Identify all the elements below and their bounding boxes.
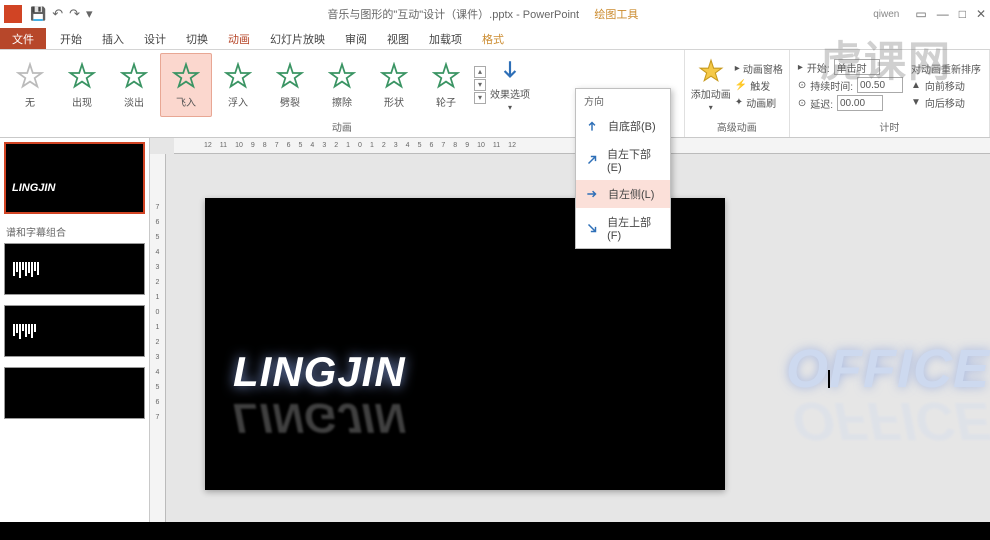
bottom-border — [0, 522, 990, 540]
arrow-downright-icon — [584, 220, 599, 236]
arrow-up-icon — [584, 118, 600, 134]
thumb-2[interactable] — [4, 243, 145, 295]
anim-shape[interactable]: 形状 — [368, 53, 420, 117]
slide-text-reflection: LINGJIN — [233, 394, 406, 442]
anim-wipe[interactable]: 擦除 — [316, 53, 368, 117]
tab-slideshow[interactable]: 幻灯片放映 — [260, 28, 335, 49]
timing-duration[interactable]: ⊙ 持续时间: 00.50 — [798, 77, 903, 93]
timing-delay[interactable]: ⊙ 延迟: 00.00 — [798, 95, 903, 111]
group-label-advanced: 高级动画 — [689, 118, 785, 135]
animation-pane-button[interactable]: ▸ 动画窗格 — [735, 61, 783, 76]
trigger-button[interactable]: ⚡ 触发 — [735, 78, 783, 93]
slide-text-lingjin[interactable]: LINGJIN — [233, 348, 406, 396]
user-label[interactable]: qiwen — [873, 9, 899, 20]
arrow-upright-icon — [584, 152, 599, 168]
tab-view[interactable]: 视图 — [377, 28, 419, 49]
anim-fade[interactable]: 淡出 — [108, 53, 160, 117]
app-icon — [4, 5, 22, 23]
tab-home[interactable]: 开始 — [50, 28, 92, 49]
anim-floatin[interactable]: 浮入 — [212, 53, 264, 117]
thumb-4[interactable] — [4, 367, 145, 419]
title-bar: 💾 ↶ ↷ ▾ 音乐与图形的"互动"设计（课件）.pptx - PowerPoi… — [0, 0, 990, 28]
ribbon: 无 出现 淡出 飞入 浮入 — [0, 50, 990, 138]
gallery-more[interactable]: ▴▾▾ — [472, 64, 488, 106]
tab-transitions[interactable]: 切换 — [176, 28, 218, 49]
quick-access-toolbar[interactable]: 💾 ↶ ↷ ▾ — [30, 6, 93, 22]
minimize-icon[interactable]: — — [937, 7, 949, 21]
add-animation-button[interactable]: 添加动画▾ — [689, 53, 733, 117]
move-earlier-button[interactable]: ▲ 向前移动 — [911, 78, 981, 93]
tab-insert[interactable]: 插入 — [92, 28, 134, 49]
move-later-button[interactable]: ▼ 向后移动 — [911, 95, 981, 110]
text-cursor — [828, 370, 830, 388]
animation-painter-button[interactable]: ✦ 动画刷 — [735, 95, 783, 110]
close-icon[interactable]: ✕ — [976, 7, 986, 21]
anim-split[interactable]: 劈裂 — [264, 53, 316, 117]
dropdown-header: 方向 — [576, 89, 670, 112]
tab-review[interactable]: 审阅 — [335, 28, 377, 49]
tab-format[interactable]: 格式 — [472, 28, 514, 49]
anim-wheel[interactable]: 轮子 — [420, 53, 472, 117]
group-label-timing: 计时 — [794, 118, 985, 135]
redo-icon[interactable]: ↷ — [69, 6, 80, 22]
effect-options-dropdown[interactable]: 方向 自底部(B) 自左下部(E) 自左侧(L) 自左上部(F) — [575, 88, 671, 249]
anim-appear[interactable]: 出现 — [56, 53, 108, 117]
ribbon-options-icon[interactable]: ▭ — [915, 7, 926, 21]
anim-flyin[interactable]: 飞入 — [160, 53, 212, 117]
slide-editor[interactable]: 1211109876543210123456789101112 76543210… — [150, 138, 990, 540]
window-title: 音乐与图形的"互动"设计（课件）.pptx - PowerPoint 绘图工具 — [93, 6, 874, 22]
reorder-label: 对动画重新排序 — [911, 61, 981, 76]
direction-from-bottom[interactable]: 自底部(B) — [576, 112, 670, 140]
direction-from-topleft[interactable]: 自左上部(F) — [576, 208, 670, 248]
tab-file[interactable]: 文件 — [0, 28, 46, 49]
thumb-3[interactable] — [4, 305, 145, 357]
maximize-icon[interactable]: □ — [959, 7, 966, 21]
undo-icon[interactable]: ↶ — [52, 6, 63, 22]
anim-none[interactable]: 无 — [4, 53, 56, 117]
direction-from-bottomleft[interactable]: 自左下部(E) — [576, 140, 670, 180]
tab-design[interactable]: 设计 — [134, 28, 176, 49]
thumb-1[interactable]: LINGJIN — [4, 142, 145, 214]
animation-gallery[interactable]: 无 出现 淡出 飞入 浮入 — [4, 53, 488, 117]
workspace: LINGJIN 谱和字幕组合 1211109876543210123456789… — [0, 138, 990, 540]
arrow-right-icon — [584, 186, 600, 202]
tab-animations[interactable]: 动画 — [218, 28, 260, 49]
section-label: 谱和字幕组合 — [6, 224, 145, 239]
tab-addins[interactable]: 加载项 — [419, 28, 472, 49]
save-icon[interactable]: 💾 — [30, 6, 46, 22]
effect-options-button[interactable]: 效果选项▾ — [488, 53, 532, 117]
watermark-office-reflection: OFFICE — [792, 390, 990, 452]
direction-from-left[interactable]: 自左侧(L) — [576, 180, 670, 208]
ribbon-tabs: 文件 开始 插入 设计 切换 动画 幻灯片放映 审阅 视图 加载项 格式 — [0, 28, 990, 50]
timing-start[interactable]: ▸ 开始: 单击时 — [798, 59, 903, 75]
slide-thumbnails[interactable]: LINGJIN 谱和字幕组合 — [0, 138, 150, 540]
ruler-vertical: 765432101234567 — [150, 154, 166, 540]
